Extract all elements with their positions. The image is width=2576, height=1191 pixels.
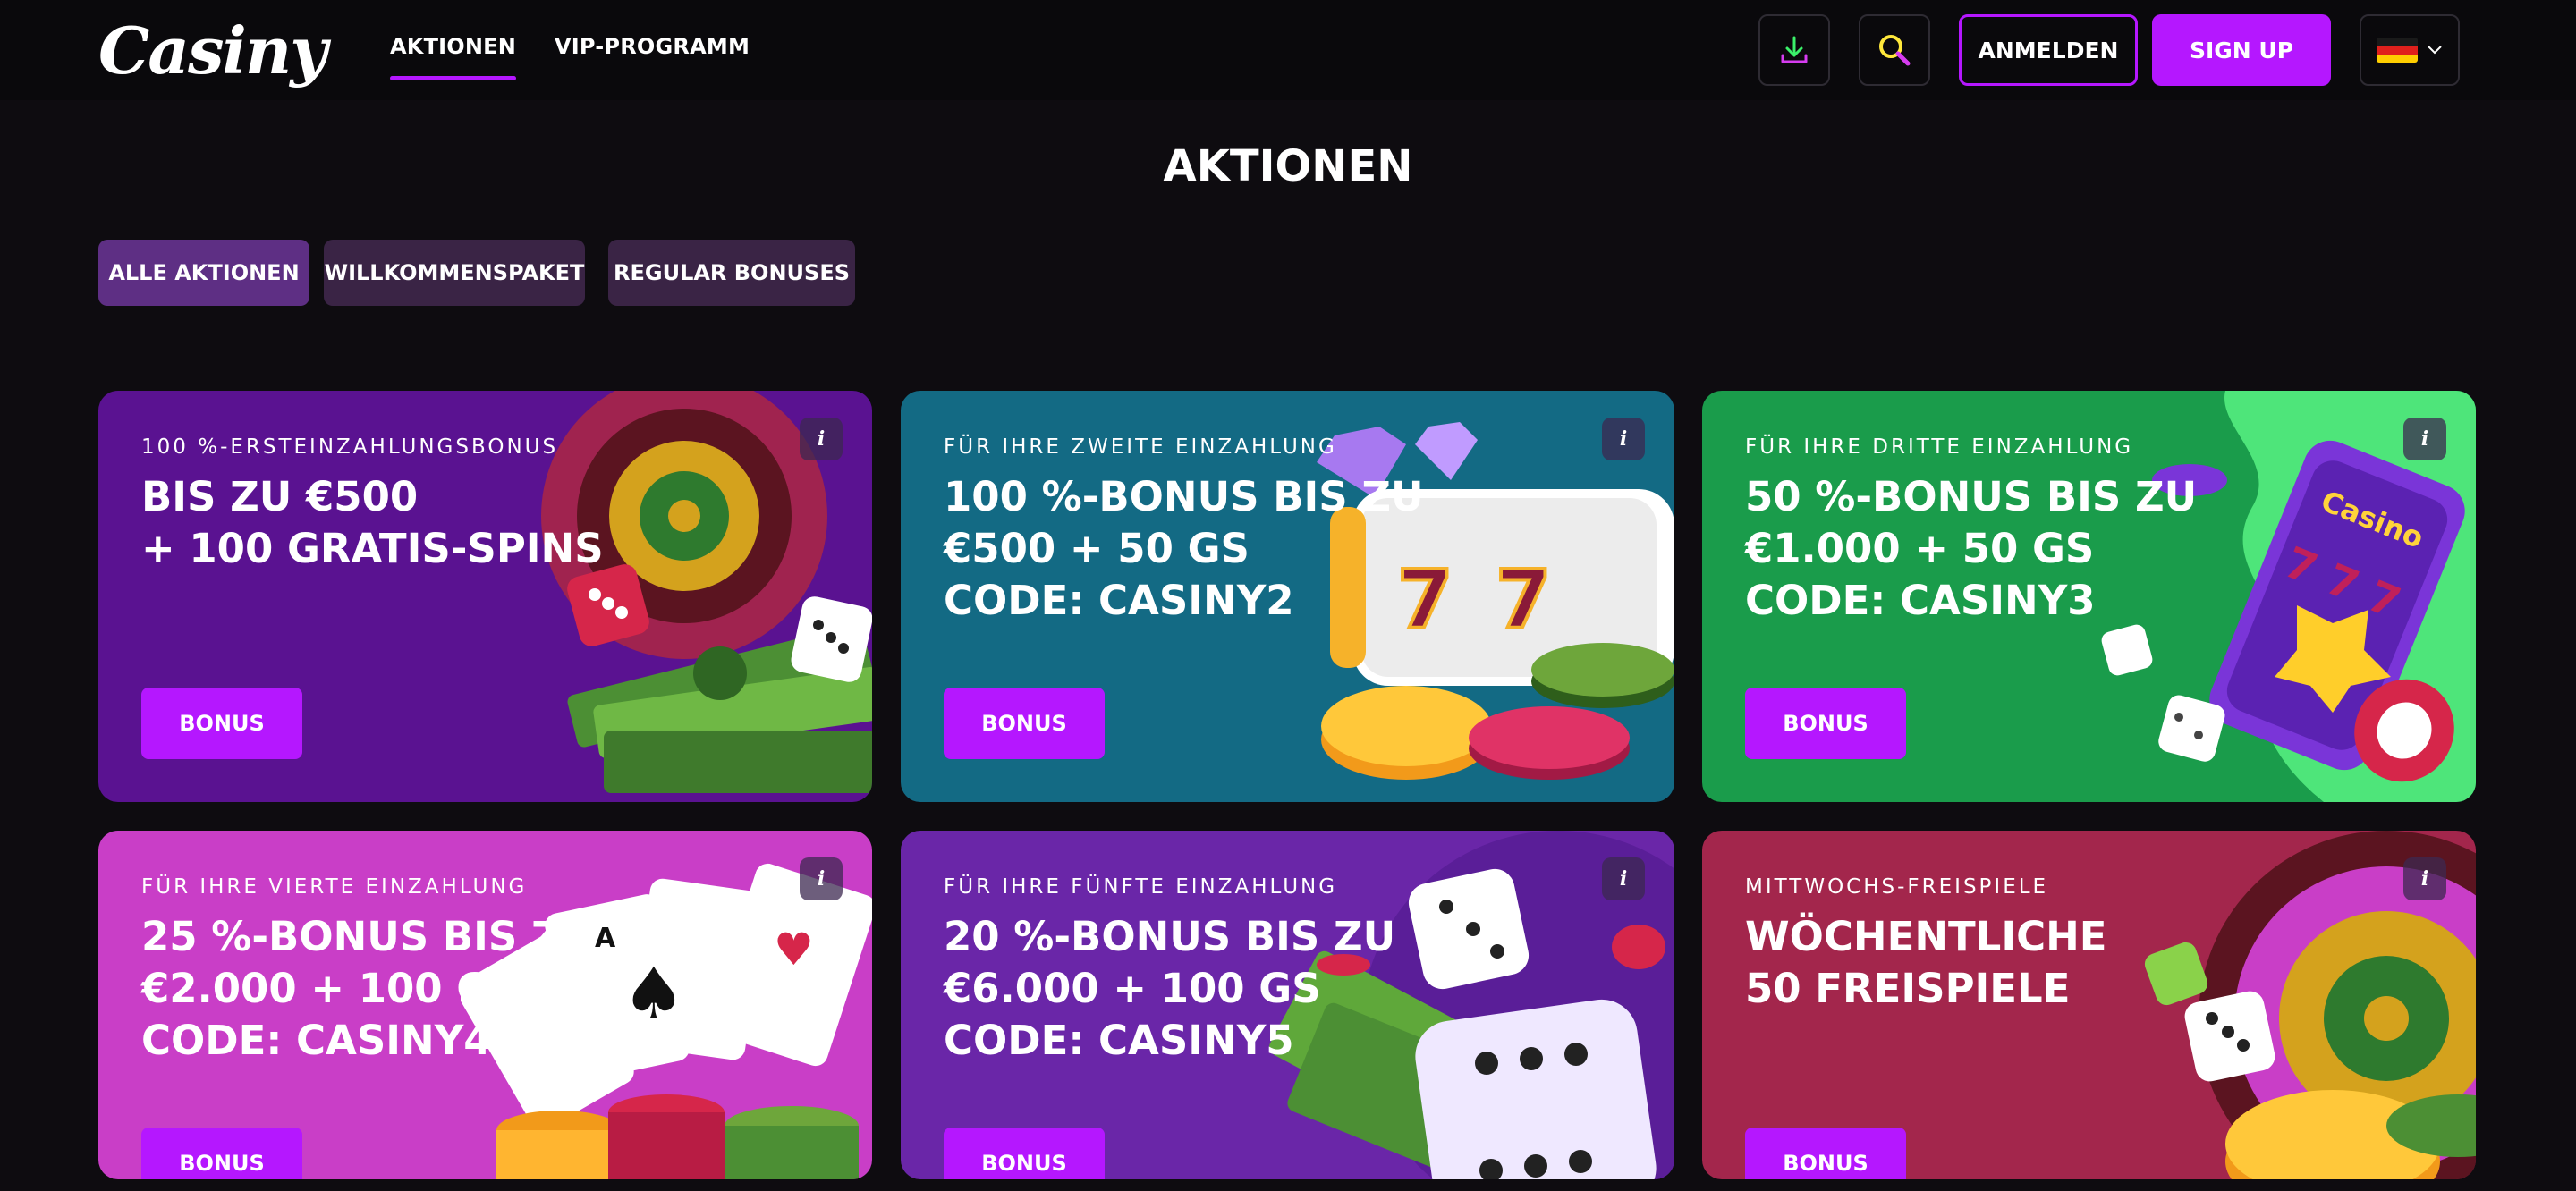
svg-text:7: 7 bbox=[1496, 553, 1552, 647]
nav-aktionen[interactable]: AKTIONEN bbox=[390, 34, 517, 80]
promo-headline: BIS ZU €500 + 100 GRATIS-SPINS bbox=[141, 473, 604, 572]
promo-card: FÜR IHRE FÜNFTE EINZAHLUNG 20 %-BONUS BI… bbox=[901, 831, 1674, 1179]
promo-card: MITTWOCHS-FREISPIELE WÖCHENTLICHE 50 FRE… bbox=[1702, 831, 2476, 1179]
promo-card: 100 %-ERSTEINZAHLUNGSBONUS BIS ZU €500 +… bbox=[98, 391, 872, 802]
promo-headline: 20 %-BONUS BIS ZU €6.000 + 100 GS CODE: … bbox=[944, 913, 1396, 1064]
bonus-button[interactable]: BONUS bbox=[944, 1128, 1105, 1179]
german-flag-icon bbox=[2377, 38, 2418, 63]
bonus-button[interactable]: BONUS bbox=[1745, 688, 1906, 759]
bonus-button[interactable]: BONUS bbox=[141, 688, 302, 759]
promo-kicker: MITTWOCHS-FREISPIELE bbox=[1745, 875, 2049, 899]
filter-alle-aktionen[interactable]: ALLE AKTIONEN bbox=[98, 240, 309, 306]
promo-headline: 100 %-BONUS BIS ZU €500 + 50 GS CODE: CA… bbox=[944, 473, 1424, 624]
info-icon[interactable]: i bbox=[1602, 857, 1645, 900]
bonus-button[interactable]: BONUS bbox=[141, 1128, 302, 1179]
info-icon[interactable]: i bbox=[1602, 418, 1645, 460]
info-icon[interactable]: i bbox=[2403, 418, 2446, 460]
promo-kicker: FÜR IHRE DRITTE EINZAHLUNG bbox=[1745, 435, 2134, 459]
language-selector[interactable] bbox=[2360, 14, 2460, 86]
promo-headline: WÖCHENTLICHE 50 FREISPIELE bbox=[1745, 913, 2107, 1012]
info-icon[interactable]: i bbox=[2403, 857, 2446, 900]
bonus-button[interactable]: BONUS bbox=[944, 688, 1105, 759]
promo-kicker: FÜR IHRE ZWEITE EINZAHLUNG bbox=[944, 435, 1337, 459]
download-button[interactable] bbox=[1758, 14, 1830, 86]
download-icon bbox=[1781, 36, 1808, 63]
promo-headline: 50 %-BONUS BIS ZU €1.000 + 50 GS CODE: C… bbox=[1745, 473, 2198, 624]
casiny-logo[interactable]: Casiny bbox=[98, 13, 327, 89]
promo-card: 7 7 FÜR IHRE ZWEITE EINZAHLUNG 100 %-BON… bbox=[901, 391, 1674, 802]
svg-text:♥: ♥ bbox=[774, 924, 814, 976]
filter-willkommenspaket[interactable]: WILLKOMMENSPAKET bbox=[324, 240, 585, 306]
search-button[interactable] bbox=[1859, 14, 1930, 86]
login-button[interactable]: ANMELDEN bbox=[1959, 14, 2138, 86]
promo-headline: 25 %-BONUS BIS ZU €2.000 + 100 GS CODE: … bbox=[141, 913, 594, 1064]
nav-vip-programm[interactable]: VIP-PROGRAMM bbox=[555, 34, 750, 59]
signup-button[interactable]: SIGN UP bbox=[2152, 14, 2331, 86]
chevron-down-icon bbox=[2428, 46, 2442, 55]
info-icon[interactable]: i bbox=[800, 857, 843, 900]
promo-kicker: 100 %-ERSTEINZAHLUNGSBONUS bbox=[141, 435, 559, 459]
page-title: AKTIONEN bbox=[1163, 141, 1413, 191]
promo-card: A ♠ ♥ FÜR IHRE VIERTE EINZAHLUNG 25 %-BO… bbox=[98, 831, 872, 1179]
info-icon[interactable]: i bbox=[800, 418, 843, 460]
promo-card: Casino 7 7 7 FÜR IHRE DRITTE EINZAHLUNG … bbox=[1702, 391, 2476, 802]
promo-kicker: FÜR IHRE FÜNFTE EINZAHLUNG bbox=[944, 875, 1338, 899]
top-header: Casiny AKTIONEN VIP-PROGRAMM ANMELDEN SI… bbox=[0, 0, 2576, 100]
promo-kicker: FÜR IHRE VIERTE EINZAHLUNG bbox=[141, 875, 528, 899]
bonus-button[interactable]: BONUS bbox=[1745, 1128, 1906, 1179]
filter-regular-bonuses[interactable]: REGULAR BONUSES bbox=[608, 240, 855, 306]
search-icon bbox=[1879, 35, 1911, 66]
